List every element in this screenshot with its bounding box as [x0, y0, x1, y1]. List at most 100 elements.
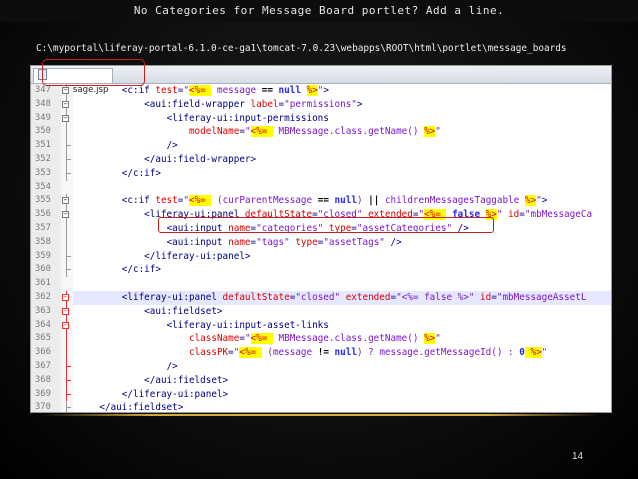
tab-highlight-annotation — [42, 59, 145, 86]
fold-toggle-icon[interactable]: − — [62, 307, 69, 315]
fold-toggle-icon[interactable]: − — [62, 321, 69, 329]
code-text: /> — [77, 139, 178, 153]
code-token: test — [155, 195, 178, 207]
code-text: <c:if test="<%= message == null %>"> — [77, 84, 329, 98]
fold-toggle-icon[interactable]: − — [62, 197, 69, 205]
code-line[interactable]: 369 </liferay-ui:panel> — [31, 387, 611, 402]
fold-gutter — [61, 387, 73, 402]
code-token: %> — [424, 126, 436, 138]
code-text: </liferay-ui:panel> — [77, 388, 228, 402]
code-text: </aui:fieldset> — [77, 401, 183, 412]
code-line[interactable]: 370 </aui:fieldset> — [31, 401, 611, 412]
fold-gutter — [61, 359, 73, 374]
line-number: 348 — [31, 97, 61, 112]
fold-gutter — [61, 401, 73, 412]
fold-end-icon — [66, 255, 71, 257]
line-number: 360 — [31, 263, 61, 278]
code-line[interactable]: 354 — [31, 180, 611, 195]
code-line[interactable]: 363− <aui:fieldset> — [31, 304, 611, 319]
code-token: extended — [345, 291, 391, 303]
fold-gutter: − — [61, 111, 73, 126]
fold-toggle-icon[interactable]: − — [62, 293, 69, 301]
code-line[interactable]: 362− <liferay-ui:panel defaultState="clo… — [31, 290, 611, 305]
fold-gutter — [61, 139, 73, 153]
code-token: id — [480, 291, 492, 303]
code-token: " — [496, 209, 509, 221]
code-token: " — [541, 347, 548, 359]
code-token: " — [244, 333, 251, 345]
slide-title: No Categories for Message Board portlet?… — [0, 0, 638, 22]
fold-gutter: − — [61, 304, 73, 319]
code-token: %> — [424, 333, 436, 345]
fold-toggle-icon[interactable]: − — [62, 211, 69, 219]
line-number: 369 — [31, 387, 61, 402]
code-token: test — [155, 85, 178, 96]
code-token: "mbMessageCa — [524, 209, 593, 221]
fold-gutter — [61, 152, 73, 167]
code-line[interactable]: 360 </c:if> — [31, 263, 611, 278]
fold-gutter — [61, 277, 73, 291]
code-text: </c:if> — [77, 167, 161, 181]
code-line[interactable]: 368 </aui:fieldset> — [31, 373, 611, 388]
code-text: <aui:fieldset> — [77, 305, 222, 319]
code-token: > — [323, 85, 329, 96]
code-text: /> — [77, 360, 178, 374]
code-line[interactable]: 353 </c:if> — [31, 166, 611, 181]
code-editor[interactable]: edit_message.jsp 347− <c:if test="<%= me… — [30, 65, 612, 413]
code-line[interactable]: 359 </liferay-ui:panel> — [31, 249, 611, 264]
code-text: modelName="<%= MBMessage.class.getName()… — [77, 125, 441, 139]
code-line[interactable]: 365 className="<%= MBMessage.class.getNa… — [31, 332, 611, 347]
code-text: </aui:fieldset> — [77, 374, 228, 388]
code-lines[interactable]: 347− <c:if test="<%= message == null %>"… — [31, 84, 611, 412]
code-line[interactable]: 349− <liferay-ui:input-permissions — [31, 111, 611, 126]
line-number: 351 — [31, 139, 61, 153]
code-text: <liferay-ui:input-asset-links — [77, 319, 329, 333]
code-line[interactable]: 355− <c:if test="<%= (curParentMessage =… — [31, 194, 611, 209]
line-number: 355 — [31, 194, 61, 209]
code-line[interactable]: 348− <aui:field-wrapper label="permissio… — [31, 97, 611, 112]
code-token: <%= — [188, 85, 212, 96]
code-token: childrenMessagesTaggable — [379, 195, 525, 207]
fold-toggle-icon[interactable]: − — [62, 100, 69, 108]
code-token: > — [356, 98, 363, 110]
code-line[interactable]: 351 /> — [31, 139, 611, 153]
fold-toggle-icon[interactable]: − — [62, 114, 69, 122]
code-line[interactable]: 367 /> — [31, 359, 611, 374]
line-number: 350 — [31, 125, 61, 140]
code-line[interactable]: 358 <aui:input name="tags" type="assetTa… — [31, 235, 611, 250]
line-number: 363 — [31, 304, 61, 319]
page-number: 14 — [572, 451, 584, 462]
code-line[interactable]: 347− <c:if test="<%= message == null %>"… — [31, 84, 611, 98]
fold-gutter — [61, 180, 73, 195]
code-token: /> — [166, 140, 178, 152]
fold-toggle-icon[interactable]: − — [62, 87, 69, 94]
code-token: type — [295, 236, 318, 248]
code-token: message — [211, 85, 262, 96]
code-token: ) — [356, 195, 369, 207]
code-line[interactable]: 350 modelName="<%= MBMessage.class.getNa… — [31, 125, 611, 140]
code-line[interactable]: 361 — [31, 277, 611, 291]
code-token: <liferay-ui:input-asset-links — [166, 319, 329, 331]
fold-gutter — [61, 332, 73, 347]
code-token: </liferay-ui:panel> — [121, 388, 229, 400]
code-token: ) ? message.getMessageId() : — [356, 347, 520, 359]
code-line[interactable]: 366 classPK="<%= (message != null) ? mes… — [31, 346, 611, 360]
code-line[interactable]: 364− <liferay-ui:input-asset-links — [31, 318, 611, 333]
code-token: modelName — [188, 126, 240, 138]
code-line[interactable]: 352 </aui:field-wrapper> — [31, 152, 611, 167]
code-token: <aui:input — [166, 236, 229, 248]
line-number: 349 — [31, 111, 61, 126]
footer-rule — [40, 414, 600, 416]
